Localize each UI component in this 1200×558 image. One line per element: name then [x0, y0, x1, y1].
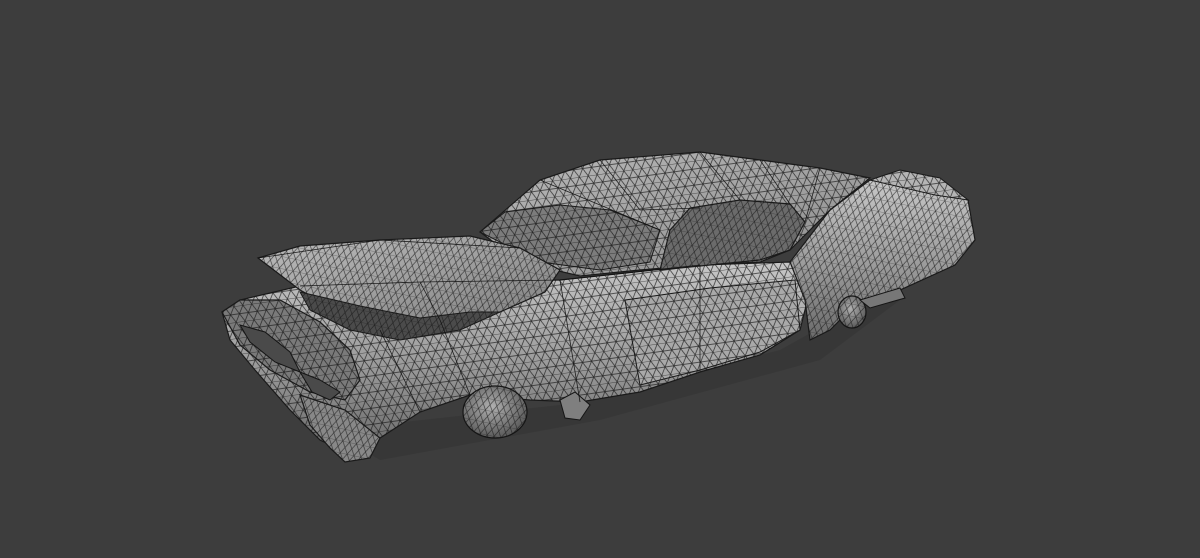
car-mesh-model[interactable] — [0, 0, 1200, 558]
3d-viewport[interactable] — [0, 0, 1200, 558]
